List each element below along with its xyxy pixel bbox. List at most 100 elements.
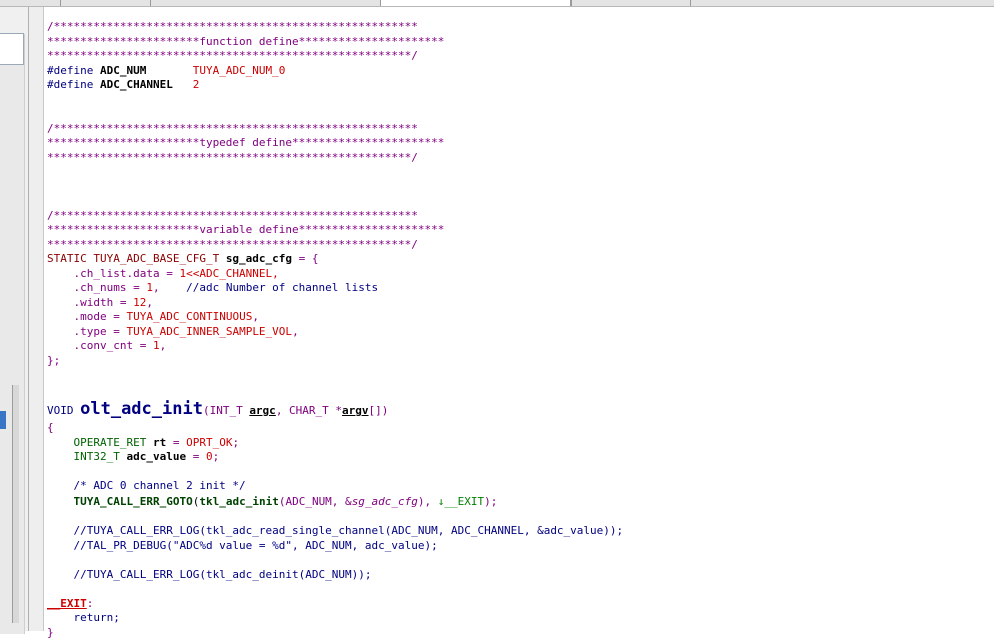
code-line[interactable]: ***********************typedef define***… — [47, 136, 623, 151]
code-line[interactable]: TUYA_CALL_ERR_GOTO(tkl_adc_init(ADC_NUM,… — [47, 494, 623, 510]
code-line[interactable]: /***************************************… — [47, 209, 623, 224]
tab-active[interactable] — [380, 0, 572, 6]
code-line[interactable]: } — [47, 626, 623, 640]
side-search-field[interactable] — [0, 33, 24, 65]
code-token: , — [146, 296, 153, 309]
code-line[interactable] — [47, 165, 623, 180]
code-token: .ch_list.data = — [47, 267, 179, 280]
code-token: ****************************************… — [47, 238, 418, 251]
code-token: /* ADC 0 channel 2 init */ — [47, 479, 246, 492]
code-token: []) — [369, 404, 389, 417]
code-token: #define — [47, 64, 100, 77]
code-token: ***********************variable define**… — [47, 223, 444, 236]
code-line[interactable] — [47, 383, 623, 398]
code-line[interactable]: #define ADC_NUM TUYA_ADC_NUM_0 — [47, 64, 623, 79]
tab-strip — [0, 0, 994, 7]
code-line[interactable]: //TAL_PR_DEBUG("ADC%d value = %d", ADC_N… — [47, 539, 623, 554]
code-token: 2 — [193, 78, 200, 91]
code-line[interactable]: return; — [47, 611, 623, 626]
code-line[interactable]: /***************************************… — [47, 20, 623, 35]
code-line[interactable]: //TUYA_CALL_ERR_LOG(tkl_adc_read_single_… — [47, 524, 623, 539]
code-token: ***********************function define**… — [47, 35, 444, 48]
code-line[interactable]: OPERATE_RET rt = OPRT_OK; — [47, 436, 623, 451]
code-line[interactable] — [47, 582, 623, 597]
code-token: ), — [418, 495, 438, 508]
code-token: 0 — [206, 450, 213, 463]
code-token: .conv_cnt = — [47, 339, 153, 352]
code-token: OPRT_OK — [186, 436, 232, 449]
code-line[interactable]: ****************************************… — [47, 49, 623, 64]
code-line[interactable]: .width = 12, — [47, 296, 623, 311]
code-area[interactable]: /***************************************… — [47, 20, 623, 640]
tab[interactable] — [150, 0, 261, 6]
code-token: 1<<ADC_CHANNEL, — [179, 267, 278, 280]
code-line[interactable]: __EXIT: — [47, 597, 623, 612]
side-scrollbar[interactable] — [12, 385, 19, 623]
code-line[interactable] — [47, 180, 623, 195]
code-line[interactable]: /* ADC 0 channel 2 init */ — [47, 479, 623, 494]
code-line[interactable] — [47, 510, 623, 525]
side-panel — [0, 7, 29, 631]
code-line[interactable]: /***************************************… — [47, 122, 623, 137]
code-token: ***********************typedef define***… — [47, 136, 444, 149]
code-line[interactable]: .ch_list.data = 1<<ADC_CHANNEL, — [47, 267, 623, 282]
code-token: }; — [47, 354, 60, 367]
code-line[interactable]: ***********************function define**… — [47, 35, 623, 50]
code-editor[interactable]: /***************************************… — [29, 7, 994, 631]
code-line[interactable] — [47, 107, 623, 122]
code-token: //adc Number of channel lists — [186, 281, 378, 294]
code-token: { — [47, 421, 54, 434]
code-token: ADC_CHANNEL — [100, 78, 193, 91]
code-line[interactable] — [47, 553, 623, 568]
code-token: VOID — [47, 404, 80, 417]
code-line[interactable]: //TUYA_CALL_ERR_LOG(tkl_adc_deinit(ADC_N… — [47, 568, 623, 583]
code-line[interactable] — [47, 368, 623, 383]
code-token: #define — [47, 78, 100, 91]
code-line[interactable]: VOID olt_adc_init(INT_T argc, CHAR_T *ar… — [47, 397, 623, 421]
code-line[interactable]: { — [47, 421, 623, 436]
code-line[interactable] — [47, 93, 623, 108]
code-token: = { — [292, 252, 319, 265]
code-token: TUYA_ADC_CONTINUOUS — [126, 310, 252, 323]
code-line[interactable]: ****************************************… — [47, 238, 623, 253]
code-token: adc_value — [126, 450, 186, 463]
tab[interactable] — [570, 0, 691, 6]
code-line[interactable]: .type = TUYA_ADC_INNER_SAMPLE_VOL, — [47, 325, 623, 340]
code-token: TUYA_ADC_INNER_SAMPLE_VOL — [126, 325, 292, 338]
code-line[interactable]: INT32_T adc_value = 0; — [47, 450, 623, 465]
code-token: .type = — [47, 325, 126, 338]
code-token: TUYA_ADC_NUM_0 — [193, 64, 286, 77]
code-token: /***************************************… — [47, 20, 418, 33]
tab[interactable] — [690, 0, 871, 6]
code-token: = — [166, 436, 186, 449]
code-line[interactable]: STATIC TUYA_ADC_BASE_CFG_T sg_adc_cfg = … — [47, 252, 623, 267]
code-token: //TUYA_CALL_ERR_LOG(tkl_adc_deinit(ADC_N… — [47, 568, 372, 581]
code-token: .width = — [47, 296, 133, 309]
code-line[interactable]: ***********************variable define**… — [47, 223, 623, 238]
code-token: /***************************************… — [47, 122, 418, 135]
code-token: OPERATE_RET — [74, 436, 153, 449]
code-token: 12 — [133, 296, 146, 309]
code-line[interactable]: ****************************************… — [47, 151, 623, 166]
code-token — [47, 436, 74, 449]
editor-gutter — [29, 7, 44, 631]
code-token: 1 — [153, 339, 160, 352]
code-line[interactable] — [47, 194, 623, 209]
code-token: ADC_NUM — [100, 64, 193, 77]
code-token: argc — [249, 404, 276, 417]
code-token: //TAL_PR_DEBUG("ADC%d value = %d", ADC_N… — [47, 539, 438, 552]
tab[interactable] — [60, 0, 151, 6]
code-line[interactable]: .ch_nums = 1, //adc Number of channel li… — [47, 281, 623, 296]
code-token: ); — [484, 495, 497, 508]
code-token: .mode = — [47, 310, 126, 323]
code-token: , — [252, 310, 259, 323]
code-line[interactable]: .mode = TUYA_ADC_CONTINUOUS, — [47, 310, 623, 325]
code-token: ****************************************… — [47, 49, 418, 62]
code-line[interactable]: .conv_cnt = 1, — [47, 339, 623, 354]
side-selected-item[interactable] — [0, 411, 6, 429]
code-line[interactable]: }; — [47, 354, 623, 369]
code-token: 1 — [146, 281, 153, 294]
code-line[interactable]: #define ADC_CHANNEL 2 — [47, 78, 623, 93]
code-line[interactable] — [47, 465, 623, 480]
code-token: (INT_T — [203, 404, 249, 417]
